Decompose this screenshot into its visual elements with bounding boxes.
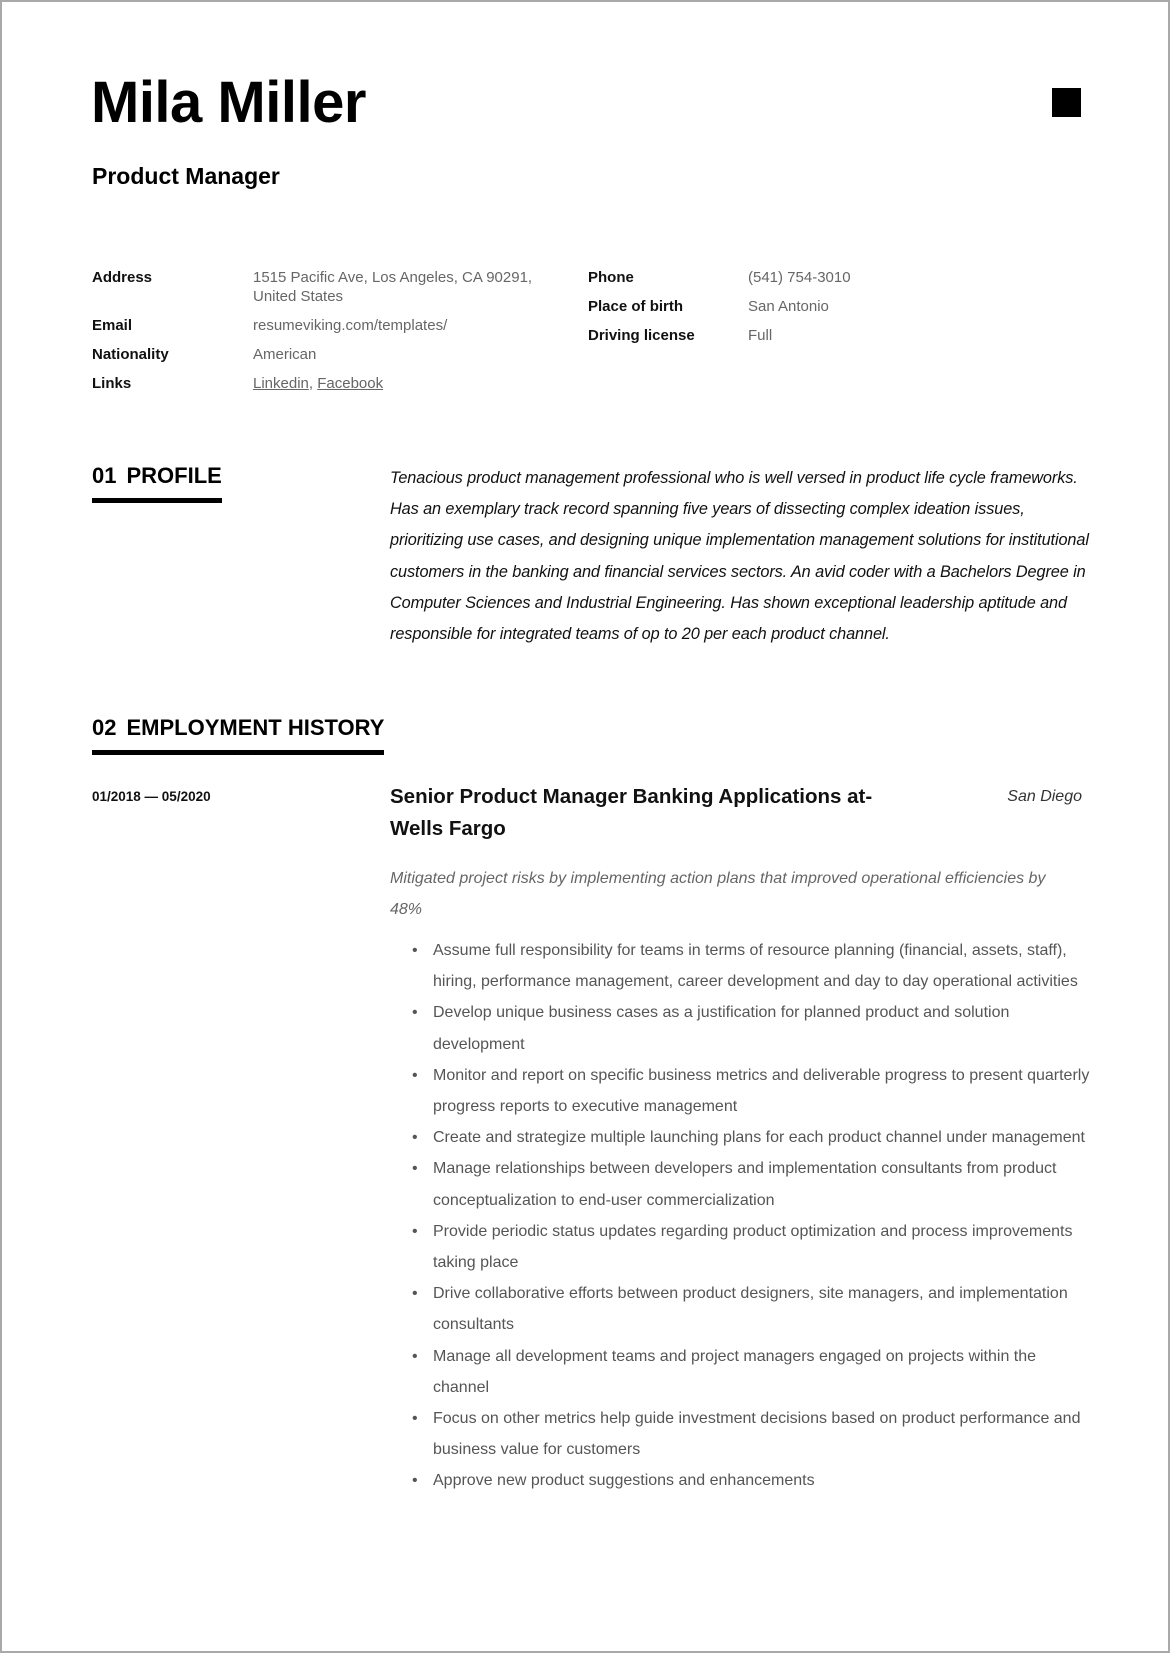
bullet-text: Focus on other metrics help guide invest…	[433, 1410, 1081, 1459]
detail-row-nationality: Nationality American	[92, 345, 562, 364]
candidate-name: Mila Miller	[91, 70, 366, 135]
candidate-job-title: Product Manager	[92, 163, 280, 189]
detail-row-place-of-birth: Place of birth San Antonio	[588, 297, 988, 316]
bullet-icon: •	[412, 942, 418, 959]
profile-section-heading: 01 PROFILE	[92, 463, 222, 503]
detail-row-email: Email resumeviking.com/templates/	[92, 316, 562, 335]
list-item: • Develop unique business cases as a just…	[390, 997, 1090, 1059]
employment-bullet-list: • Assume full responsibility for teams in…	[390, 935, 1090, 1497]
detail-value: American	[253, 346, 317, 363]
bullet-icon: •	[412, 1066, 418, 1084]
list-item: • Drive collaborative efforts between pro…	[390, 1278, 1090, 1340]
detail-value: (541) 754-3010	[748, 269, 851, 286]
list-item: • Monitor and report on specific business…	[390, 1060, 1090, 1122]
facebook-link[interactable]: Facebook	[317, 375, 383, 392]
resume-page: Mila Miller Product Manager Address 1515…	[0, 0, 1170, 1653]
employment-dates: 01/2018 — 05/2020	[92, 789, 211, 804]
list-item: • Manage relationships between developers…	[390, 1153, 1090, 1215]
bullet-text: Monitor and report on specific business …	[433, 1066, 1090, 1116]
detail-value: 1515 Pacific Ave, Los Angeles, CA 90291,…	[253, 269, 533, 305]
detail-value: San Antonio	[748, 298, 829, 315]
section-title: EMPLOYMENT HISTORY	[126, 715, 385, 740]
bullet-icon: •	[412, 1004, 418, 1022]
detail-label: Place of birth	[588, 298, 684, 315]
bullet-text: Manage relationships between developers …	[433, 1160, 1057, 1209]
detail-value: Full	[748, 327, 773, 344]
employment-section-heading: 02 EMPLOYMENT HISTORY	[92, 715, 385, 755]
detail-label: Address	[92, 269, 153, 286]
list-item: • Create and strategize multiple launchin…	[390, 1122, 1090, 1153]
bullet-icon: •	[412, 1222, 418, 1240]
personal-details-left: Address 1515 Pacific Ave, Los Angeles, C…	[92, 268, 562, 403]
detail-label: Links	[92, 375, 132, 392]
detail-row-phone: Phone (541) 754-3010	[588, 268, 988, 287]
detail-value: resumeviking.com/templates/	[253, 317, 448, 334]
detail-label: Nationality	[92, 346, 169, 363]
personal-details-right: Phone (541) 754-3010 Place of birth San …	[588, 268, 988, 355]
bullet-text: Approve new product suggestions and enha…	[433, 1472, 815, 1490]
square-logo-icon	[1052, 88, 1081, 117]
section-number: 02	[92, 715, 117, 740]
list-item: • Approve new product suggestions and enh…	[390, 1465, 1090, 1496]
detail-row-address: Address 1515 Pacific Ave, Los Angeles, C…	[92, 268, 562, 306]
bullet-icon: •	[412, 1410, 418, 1428]
bullet-icon: •	[412, 1347, 418, 1365]
employment-role-title: Senior Product Manager Banking Applicati…	[390, 785, 873, 840]
bullet-icon: •	[412, 1129, 418, 1147]
profile-summary-text: Tenacious product management professiona…	[390, 469, 1089, 644]
detail-label: Email	[92, 317, 133, 334]
bullet-text: Create and strategize multiple launching…	[433, 1129, 1085, 1147]
bullet-text: Drive collaborative efforts between prod…	[433, 1285, 1068, 1334]
detail-row-links: Links Linkedin, Facebook	[92, 374, 562, 393]
bullet-icon: •	[412, 1160, 418, 1178]
detail-label: Driving license	[588, 327, 695, 344]
bullet-text: Provide periodic status updates regardin…	[433, 1222, 1073, 1272]
list-item: • Manage all development teams and projec…	[390, 1341, 1090, 1403]
list-item: • Focus on other metrics help guide inves…	[390, 1403, 1090, 1465]
bullet-text: Manage all development teams and project…	[433, 1347, 1037, 1396]
linkedin-link[interactable]: Linkedin	[253, 375, 309, 392]
list-item: • Assume full responsibility for teams in…	[390, 935, 1090, 997]
bullet-text: Assume full responsibility for teams in …	[433, 942, 1078, 991]
section-title: PROFILE	[126, 463, 222, 488]
bullet-icon: •	[412, 1285, 418, 1303]
detail-value-links: Linkedin, Facebook	[253, 374, 553, 393]
employment-city: San Diego	[1007, 788, 1082, 805]
employment-summary: Mitigated project risks by implementing …	[390, 870, 1046, 918]
detail-row-driving-license: Driving license Full	[588, 326, 988, 345]
link-separator: ,	[308, 375, 318, 392]
detail-label: Phone	[588, 269, 634, 286]
bullet-text: Develop unique business cases as a justi…	[433, 1004, 1010, 1053]
bullet-icon: •	[412, 1472, 418, 1490]
list-item: • Provide periodic status updates regardi…	[390, 1216, 1090, 1278]
section-number: 01	[92, 463, 117, 488]
